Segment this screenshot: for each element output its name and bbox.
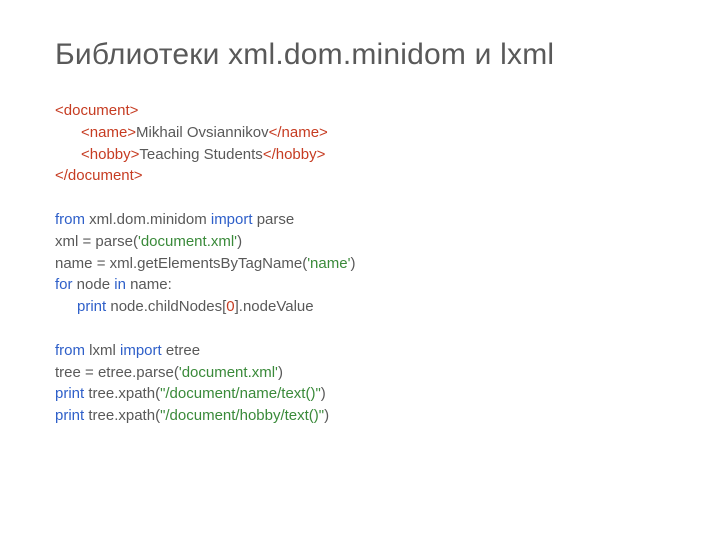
string-literal: "/document/name/text()" [160, 385, 321, 402]
kw-import: import [211, 211, 253, 228]
xml-tag: <name> [81, 124, 136, 141]
code-text: node.childNodes[ [106, 298, 226, 315]
kw-from: from [55, 342, 85, 359]
kw-in: in [114, 276, 126, 293]
xml-tag: <hobby> [81, 146, 139, 163]
kw-from: from [55, 211, 85, 228]
code-text: ) [237, 233, 242, 250]
code-text: xml.dom.minidom [85, 211, 211, 228]
code-text: tree = etree.parse( [55, 364, 179, 381]
python-minidom: from xml.dom.minidom import parse xml = … [55, 209, 665, 318]
code-text: ) [321, 385, 326, 402]
xml-text: Mikhail Ovsiannikov [136, 124, 269, 141]
code-text: ) [324, 407, 329, 424]
string-literal: 'name' [307, 255, 350, 272]
code-text: node [73, 276, 115, 293]
code-text: etree [162, 342, 200, 359]
xml-sample: <document> <name>Mikhail Ovsiannikov</na… [55, 100, 665, 187]
page-title: Библиотеки xml.dom.minidom и lxml [55, 38, 665, 72]
kw-for: for [55, 276, 73, 293]
number-literal: 0 [226, 298, 234, 315]
kw-print: print [55, 407, 84, 424]
code-text: lxml [85, 342, 120, 359]
xml-tag: </hobby> [263, 146, 326, 163]
code-text: name: [126, 276, 172, 293]
xml-tag: </name> [269, 124, 328, 141]
code-text: ) [350, 255, 355, 272]
slide: Библиотеки xml.dom.minidom и lxml <docum… [0, 0, 720, 427]
kw-print: print [77, 298, 106, 315]
xml-tag: </document> [55, 167, 143, 184]
kw-import: import [120, 342, 162, 359]
code-text: name = xml.getElementsByTagName( [55, 255, 307, 272]
xml-text: Teaching Students [139, 146, 262, 163]
code-text: xml = parse( [55, 233, 138, 250]
code-text: ) [278, 364, 283, 381]
kw-print: print [55, 385, 84, 402]
python-lxml: from lxml import etree tree = etree.pars… [55, 340, 665, 427]
code-text: tree.xpath( [84, 407, 160, 424]
string-literal: 'document.xml' [138, 233, 237, 250]
code-text: tree.xpath( [84, 385, 160, 402]
code-text: parse [253, 211, 295, 228]
string-literal: "/document/hobby/text()" [160, 407, 324, 424]
string-literal: 'document.xml' [179, 364, 278, 381]
xml-tag: <document> [55, 102, 138, 119]
code-text: ].nodeValue [235, 298, 314, 315]
